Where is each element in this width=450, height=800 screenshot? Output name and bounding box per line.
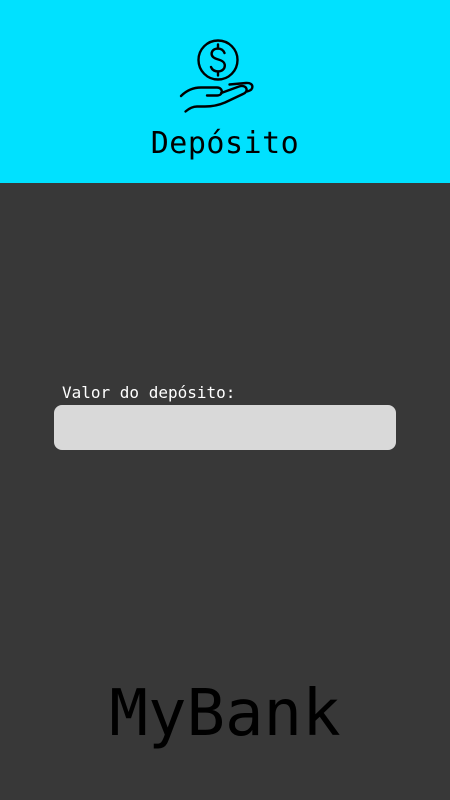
brand-logo-text: MyBank xyxy=(109,677,341,751)
header: Depósito xyxy=(0,0,450,183)
hand-holding-dollar-icon xyxy=(179,39,254,113)
deposit-amount-label: Valor do depósito: xyxy=(62,383,236,402)
page-title: Depósito xyxy=(150,126,300,161)
deposit-amount-input[interactable] xyxy=(54,405,396,450)
